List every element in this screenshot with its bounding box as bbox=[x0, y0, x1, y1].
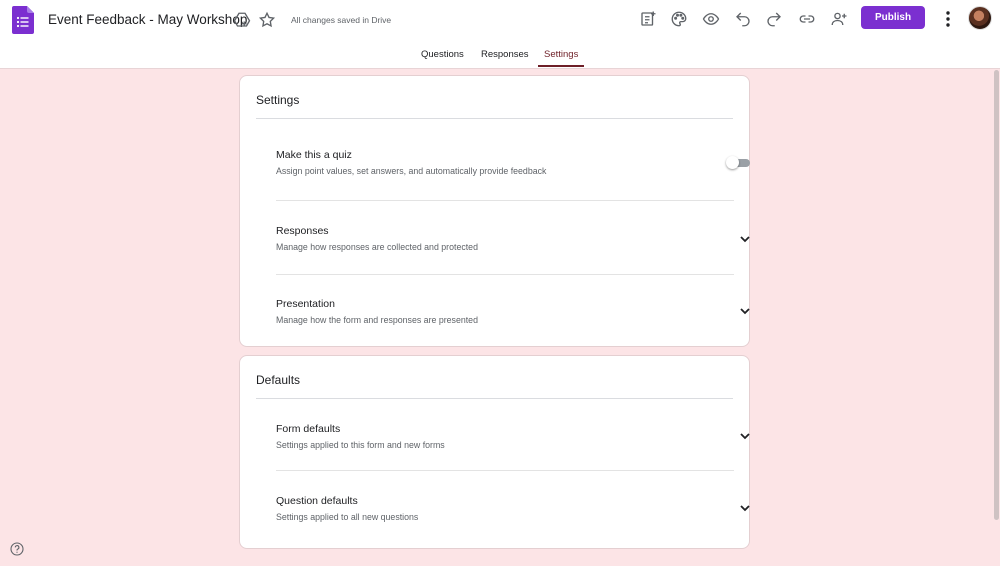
form-title[interactable]: Event Feedback - May Workshop bbox=[48, 12, 247, 27]
link-icon[interactable] bbox=[796, 8, 818, 30]
row-description: Settings applied to this form and new fo… bbox=[276, 440, 445, 450]
row-description: Assign point values, set answers, and au… bbox=[276, 166, 547, 176]
save-status: All changes saved in Drive bbox=[291, 15, 392, 25]
row-description: Manage how responses are collected and p… bbox=[276, 242, 478, 252]
divider bbox=[276, 200, 734, 201]
card-title-defaults: Defaults bbox=[256, 373, 301, 387]
tab-questions[interactable]: Questions bbox=[421, 49, 464, 65]
undo-icon[interactable] bbox=[732, 8, 754, 30]
divider bbox=[256, 398, 733, 399]
divider bbox=[276, 274, 734, 275]
card-title-settings: Settings bbox=[256, 93, 300, 107]
settings-row-responses[interactable]: Responses Manage how responses are colle… bbox=[276, 222, 750, 262]
palette-icon[interactable] bbox=[668, 8, 690, 30]
top-bar: Event Feedback - May Workshop All change… bbox=[0, 0, 1000, 69]
tab-responses[interactable]: Responses bbox=[481, 49, 529, 65]
forms-logo-icon[interactable] bbox=[12, 6, 34, 34]
move-to-drive-icon[interactable] bbox=[233, 11, 251, 29]
divider bbox=[256, 118, 733, 119]
avatar[interactable] bbox=[968, 6, 992, 30]
chevron-down-icon[interactable] bbox=[738, 429, 752, 443]
add-on-icon[interactable] bbox=[637, 8, 659, 30]
preview-eye-icon[interactable] bbox=[700, 8, 722, 30]
chevron-down-icon[interactable] bbox=[738, 232, 752, 246]
defaults-row-question[interactable]: Question defaults Settings applied to al… bbox=[276, 492, 750, 532]
scrollbar[interactable] bbox=[994, 70, 999, 520]
row-title: Responses bbox=[276, 225, 329, 237]
more-vert-icon[interactable] bbox=[938, 8, 958, 30]
redo-icon[interactable] bbox=[763, 8, 785, 30]
row-description: Settings applied to all new questions bbox=[276, 512, 419, 522]
row-title: Presentation bbox=[276, 298, 335, 310]
row-title: Form defaults bbox=[276, 423, 341, 435]
tab-bar: Questions Responses Settings bbox=[0, 44, 1000, 68]
quiz-toggle[interactable] bbox=[726, 156, 752, 170]
divider bbox=[276, 470, 734, 471]
settings-row-quiz[interactable]: Make this a quiz Assign point values, se… bbox=[276, 146, 750, 186]
help-icon[interactable] bbox=[10, 542, 24, 556]
row-description: Manage how the form and responses are pr… bbox=[276, 315, 478, 325]
chevron-down-icon[interactable] bbox=[738, 304, 752, 318]
tab-settings[interactable]: Settings bbox=[538, 49, 585, 67]
defaults-row-form[interactable]: Form defaults Settings applied to this f… bbox=[276, 420, 750, 460]
row-title: Question defaults bbox=[276, 495, 358, 507]
row-title: Make this a quiz bbox=[276, 149, 352, 161]
star-icon[interactable] bbox=[258, 11, 276, 29]
settings-row-presentation[interactable]: Presentation Manage how the form and res… bbox=[276, 295, 750, 335]
publish-button[interactable]: Publish bbox=[861, 6, 925, 29]
settings-card: Settings Make this a quiz Assign point v… bbox=[239, 75, 750, 347]
chevron-down-icon[interactable] bbox=[738, 501, 752, 515]
toggle-thumb bbox=[726, 156, 739, 169]
defaults-card: Defaults Form defaults Settings applied … bbox=[239, 355, 750, 549]
add-collaborator-icon[interactable] bbox=[828, 8, 850, 30]
